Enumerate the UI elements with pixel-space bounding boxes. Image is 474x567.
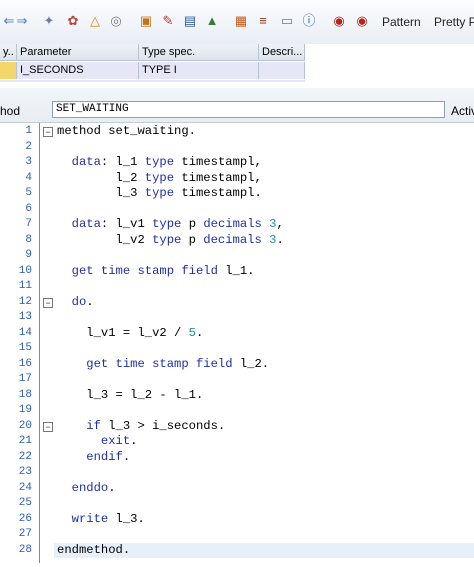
- external-breakpoint-icon[interactable]: ◉: [353, 11, 371, 29]
- navigation-icon[interactable]: ≡: [254, 11, 272, 29]
- column-header-description[interactable]: Descri...: [259, 44, 305, 61]
- line-number: 7: [25, 218, 32, 230]
- application-toolbar: ⇐ ⇒ ✦ ✿ △ ◎ ▣ ✎ ▤ ▲ ▦ ≡ ▭ ⓘ ◉ ◉ Pattern …: [0, 0, 474, 44]
- code-line[interactable]: if l_3 > i_seconds.: [57, 419, 225, 434]
- line-number: 3: [25, 156, 32, 168]
- code-editor[interactable]: 1− method set_waiting. 2 3 data: l_1 type t…: [0, 122, 474, 567]
- breakpoint-icon[interactable]: ◉: [330, 11, 348, 29]
- display-change-icon[interactable]: ✿: [64, 11, 82, 29]
- where-used-icon[interactable]: ◎: [107, 11, 125, 29]
- code-line[interactable]: l_v1 = l_v2 / 5.: [57, 326, 203, 341]
- active-status-label: Activ: [451, 104, 474, 118]
- line-number: 12: [18, 295, 32, 308]
- line-number: 20: [18, 419, 32, 432]
- method-label: hod: [0, 104, 21, 118]
- column-header-type[interactable]: y..: [0, 44, 17, 61]
- line-number: 28: [18, 543, 32, 556]
- description-cell[interactable]: [259, 62, 305, 79]
- line-number: 21: [18, 435, 32, 447]
- other-object-icon[interactable]: ✦: [40, 11, 58, 29]
- line-number: 11: [18, 280, 32, 292]
- code-line[interactable]: get time stamp field l_1.: [57, 264, 255, 279]
- line-number: 14: [18, 326, 32, 339]
- fold-toggle-icon[interactable]: −: [43, 127, 53, 137]
- code-line[interactable]: get time stamp field l_2.: [57, 357, 269, 372]
- line-number: 8: [25, 233, 32, 246]
- line-number: 27: [18, 528, 32, 540]
- line-number: 15: [18, 342, 32, 354]
- line-number: 26: [18, 512, 32, 525]
- line-number: 22: [18, 450, 32, 463]
- line-number: 23: [18, 466, 32, 478]
- line-number: 9: [25, 249, 32, 261]
- check-icon[interactable]: ▤: [181, 11, 199, 29]
- code-line[interactable]: method set_waiting.: [57, 124, 196, 139]
- parameter-name-cell[interactable]: I_SECONDS: [17, 62, 139, 79]
- code-line[interactable]: data: l_v1 type p decimals 3,: [57, 217, 284, 232]
- line-number: 10: [18, 264, 32, 277]
- code-line[interactable]: enddo.: [57, 481, 116, 496]
- type-spec-cell[interactable]: TYPE I: [139, 62, 259, 79]
- line-number: 18: [18, 388, 32, 401]
- fold-toggle-icon[interactable]: −: [43, 421, 53, 432]
- row-selector[interactable]: [0, 62, 17, 79]
- line-number: 5: [25, 187, 32, 199]
- pattern-button[interactable]: Pattern: [382, 15, 421, 29]
- code-line[interactable]: l_2 type timestampl,: [57, 171, 262, 186]
- activate-icon[interactable]: △: [86, 11, 104, 29]
- column-header-parameter[interactable]: Parameter: [17, 44, 139, 61]
- column-header-type-spec[interactable]: Type spec.: [139, 44, 259, 61]
- parameter-table-filler: [0, 80, 305, 82]
- pretty-printer-button[interactable]: Pretty P: [434, 15, 474, 29]
- editor-gutter-divider: [39, 123, 40, 563]
- line-number: 4: [25, 171, 32, 184]
- code-line[interactable]: l_3 type timestampl.: [57, 186, 262, 201]
- line-number: 24: [18, 481, 32, 494]
- line-number: 1: [25, 125, 32, 137]
- transport-icon[interactable]: ▲: [203, 11, 221, 29]
- code-line[interactable]: l_3 = l_2 - l_1.: [57, 388, 203, 403]
- forward-arrow-icon[interactable]: ⇒: [13, 11, 31, 29]
- fold-toggle-icon[interactable]: −: [43, 297, 53, 308]
- method-name-field[interactable]: SET_WAITING: [52, 101, 445, 118]
- code-line[interactable]: l_v2 type p decimals 3.: [57, 233, 284, 248]
- line-number: 19: [18, 404, 32, 416]
- edit-icon[interactable]: ✎: [159, 11, 177, 29]
- line-number: 6: [25, 202, 32, 215]
- line-number: 2: [25, 140, 32, 153]
- hierarchy-icon[interactable]: ▦: [232, 11, 250, 29]
- line-number: 16: [18, 357, 32, 370]
- code-line[interactable]: write l_3.: [57, 512, 145, 527]
- code-line[interactable]: do.: [57, 295, 94, 310]
- line-number: 13: [18, 311, 32, 323]
- code-line[interactable]: endmethod.: [57, 543, 130, 558]
- test-icon[interactable]: ▣: [137, 11, 155, 29]
- parameter-table: y.. Parameter Type spec. Descri... I_SEC…: [0, 44, 305, 82]
- line-number: 25: [18, 497, 32, 509]
- window-icon[interactable]: ▭: [278, 11, 296, 29]
- line-number: 17: [18, 373, 32, 385]
- info-icon[interactable]: ⓘ: [300, 11, 318, 29]
- code-line[interactable]: exit.: [57, 434, 138, 449]
- code-line[interactable]: data: l_1 type timestampl,: [57, 155, 262, 170]
- code-line[interactable]: endif.: [57, 450, 130, 465]
